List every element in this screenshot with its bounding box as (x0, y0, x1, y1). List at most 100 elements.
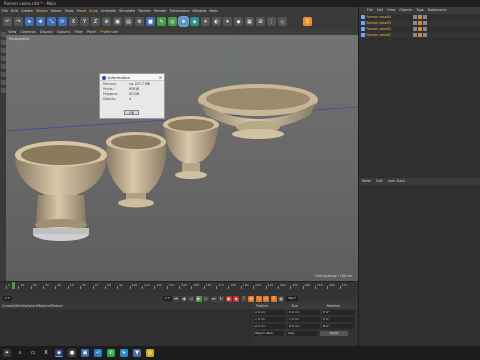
polygons-mode-icon[interactable] (0, 64, 6, 69)
menu-item[interactable]: Animate (101, 9, 116, 13)
current-frame-field[interactable]: 0 F (163, 296, 172, 301)
render-picture-viewer-icon[interactable]: ▤ (124, 17, 133, 26)
size-x-field[interactable]: X 0 cm (288, 310, 320, 315)
snap-icon[interactable]: ◆ (234, 17, 243, 26)
task-view-icon[interactable]: ▭ (29, 349, 37, 357)
scale-icon[interactable]: ⤡ (47, 17, 56, 26)
x-app-icon[interactable]: X (42, 349, 50, 357)
array-icon[interactable]: ❋ (179, 17, 188, 26)
symmetry-icon[interactable] (0, 88, 6, 93)
axis-mode-icon[interactable] (0, 72, 6, 77)
photos-icon[interactable]: ▣ (81, 349, 89, 357)
chrome-icon[interactable]: ◎ (146, 349, 154, 357)
material-menu-item[interactable]: Texture (51, 304, 63, 308)
scale-key-icon[interactable]: ⤡ (255, 295, 262, 302)
axis-icon[interactable]: ⊞ (256, 17, 265, 26)
menu-item[interactable]: Tools (65, 9, 74, 13)
previous-frame-icon[interactable]: ◁ (188, 295, 195, 302)
menu-item[interactable]: Simulate (119, 9, 135, 13)
camera-icon[interactable]: ◐ (212, 17, 221, 26)
object-name[interactable]: Roman vase04 (367, 15, 407, 19)
viewport-menu-item[interactable]: View (8, 30, 16, 34)
param-key-icon[interactable]: P (270, 295, 277, 302)
record-icon[interactable]: ● (68, 349, 76, 357)
rotation-b-field[interactable]: B 0° (322, 324, 354, 329)
soft-selection-icon[interactable] (0, 80, 6, 85)
menu-item[interactable]: File (2, 9, 8, 13)
render-view-icon[interactable]: ▣ (113, 17, 122, 26)
3d-viewport[interactable]: Perspective Grid Spacing: 100 cm Inform… (6, 35, 358, 281)
object-menu-item[interactable]: Bookmarks (428, 8, 447, 12)
tweak-icon[interactable]: ◇ (278, 17, 287, 26)
size-mode-select[interactable]: Size (287, 331, 317, 336)
move-icon[interactable]: ✥ (36, 17, 45, 26)
search-icon[interactable]: ⌕ (16, 349, 24, 357)
telegram-icon[interactable]: ➤ (120, 349, 128, 357)
menu-item[interactable]: Render (154, 9, 167, 13)
play-icon[interactable]: ▶ (195, 295, 202, 302)
deformer-icon[interactable]: ◈ (190, 17, 199, 26)
object-menu-item[interactable]: Edit (377, 8, 384, 12)
material-menu-item[interactable]: Select (27, 304, 37, 308)
attribute-menu-item[interactable]: Edit (376, 179, 383, 183)
menu-item[interactable]: Help (209, 9, 217, 13)
live-selection-icon[interactable]: ➤ (25, 17, 34, 26)
cinema4d-icon[interactable]: ◉ (55, 349, 63, 357)
viewport-menu-item[interactable]: Panel (87, 30, 96, 34)
go-to-start-icon[interactable]: ⏮ (173, 295, 180, 302)
start-frame-field[interactable]: 0 F (3, 296, 12, 301)
y-axis-lock-icon[interactable]: Y (80, 17, 89, 26)
autokey-icon[interactable]: ◉ (233, 295, 240, 302)
keyframe-selection-icon[interactable]: ? (240, 295, 247, 302)
edges-mode-icon[interactable] (0, 56, 6, 61)
attribute-menu-item[interactable]: Mode (362, 179, 371, 183)
material-menu-item[interactable]: Create (2, 304, 13, 308)
record-icon[interactable]: ● (225, 295, 232, 302)
loop-icon[interactable]: ↻ (218, 295, 225, 302)
apply-button[interactable]: Apply (320, 331, 348, 336)
rotation-p-field[interactable]: P 0° (322, 317, 354, 322)
z-axis-lock-icon[interactable]: Z (91, 17, 100, 26)
coord-mode-select[interactable]: Object (Rel) (254, 331, 284, 336)
move-key-icon[interactable]: ✥ (248, 295, 255, 302)
timeline[interactable]: 0 10 20 30 40 50 60 70 80 90 100 110 120 130 140 150 160… (0, 281, 358, 294)
menu-item[interactable]: Mesh (77, 9, 86, 13)
attribute-menu-item[interactable]: User Data (388, 179, 405, 183)
object-row[interactable]: Roman vase01 (359, 32, 480, 38)
size-z-field[interactable]: Z 0 cm (288, 324, 320, 329)
pen-icon[interactable]: ✎ (157, 17, 166, 26)
viewport-menu-item[interactable]: ProRender (100, 30, 118, 34)
render-settings-icon[interactable]: ⚙ (135, 17, 144, 26)
light-icon[interactable]: ✦ (223, 17, 232, 26)
model-mode-icon[interactable] (0, 32, 6, 37)
menu-item[interactable]: Window (192, 9, 206, 13)
viewport-menu-item[interactable]: Filter (74, 30, 83, 34)
vscode-icon[interactable]: ≺ (94, 349, 102, 357)
cube-icon[interactable]: ■ (146, 17, 155, 26)
material-menu-item[interactable]: Material (37, 304, 50, 308)
object-menu-item[interactable]: Objects (399, 8, 412, 12)
viewport-menu-item[interactable]: Cameras (20, 30, 36, 34)
timeline-ruler[interactable]: 0 10 20 30 40 50 60 70 80 90 100 110 120 130 140 150 160… (6, 282, 352, 289)
object-menu-item[interactable]: Tags (416, 8, 424, 12)
undo-icon[interactable]: ↶ (3, 17, 12, 26)
position-z-field[interactable]: Z 0 cm (254, 324, 286, 329)
x-axis-lock-icon[interactable]: X (69, 17, 78, 26)
menu-item[interactable]: Modes (36, 9, 48, 13)
pla-key-icon[interactable]: ▦ (278, 295, 285, 302)
points-mode-icon[interactable] (0, 48, 6, 53)
go-to-end-icon[interactable]: ⏭ (210, 295, 217, 302)
viewport-menu-item[interactable]: Display (40, 30, 53, 34)
menu-item[interactable]: Create (21, 9, 33, 13)
workplane-icon[interactable]: ▦ (245, 17, 254, 26)
rotate-icon[interactable]: ⟳ (58, 17, 67, 26)
object-menu-item[interactable]: View (387, 8, 395, 12)
grid-icon[interactable]: ⋮ (267, 17, 276, 26)
material-menu-item[interactable]: View (19, 304, 27, 308)
menu-item[interactable]: Edit (11, 9, 18, 13)
menu-item[interactable]: Snap (89, 9, 98, 13)
object-name[interactable]: Roman vase02 (367, 27, 407, 31)
subdivision-icon[interactable]: ◎ (168, 17, 177, 26)
size-y-field[interactable]: Y 0 cm (288, 317, 320, 322)
next-frame-icon[interactable]: ▷ (203, 295, 210, 302)
